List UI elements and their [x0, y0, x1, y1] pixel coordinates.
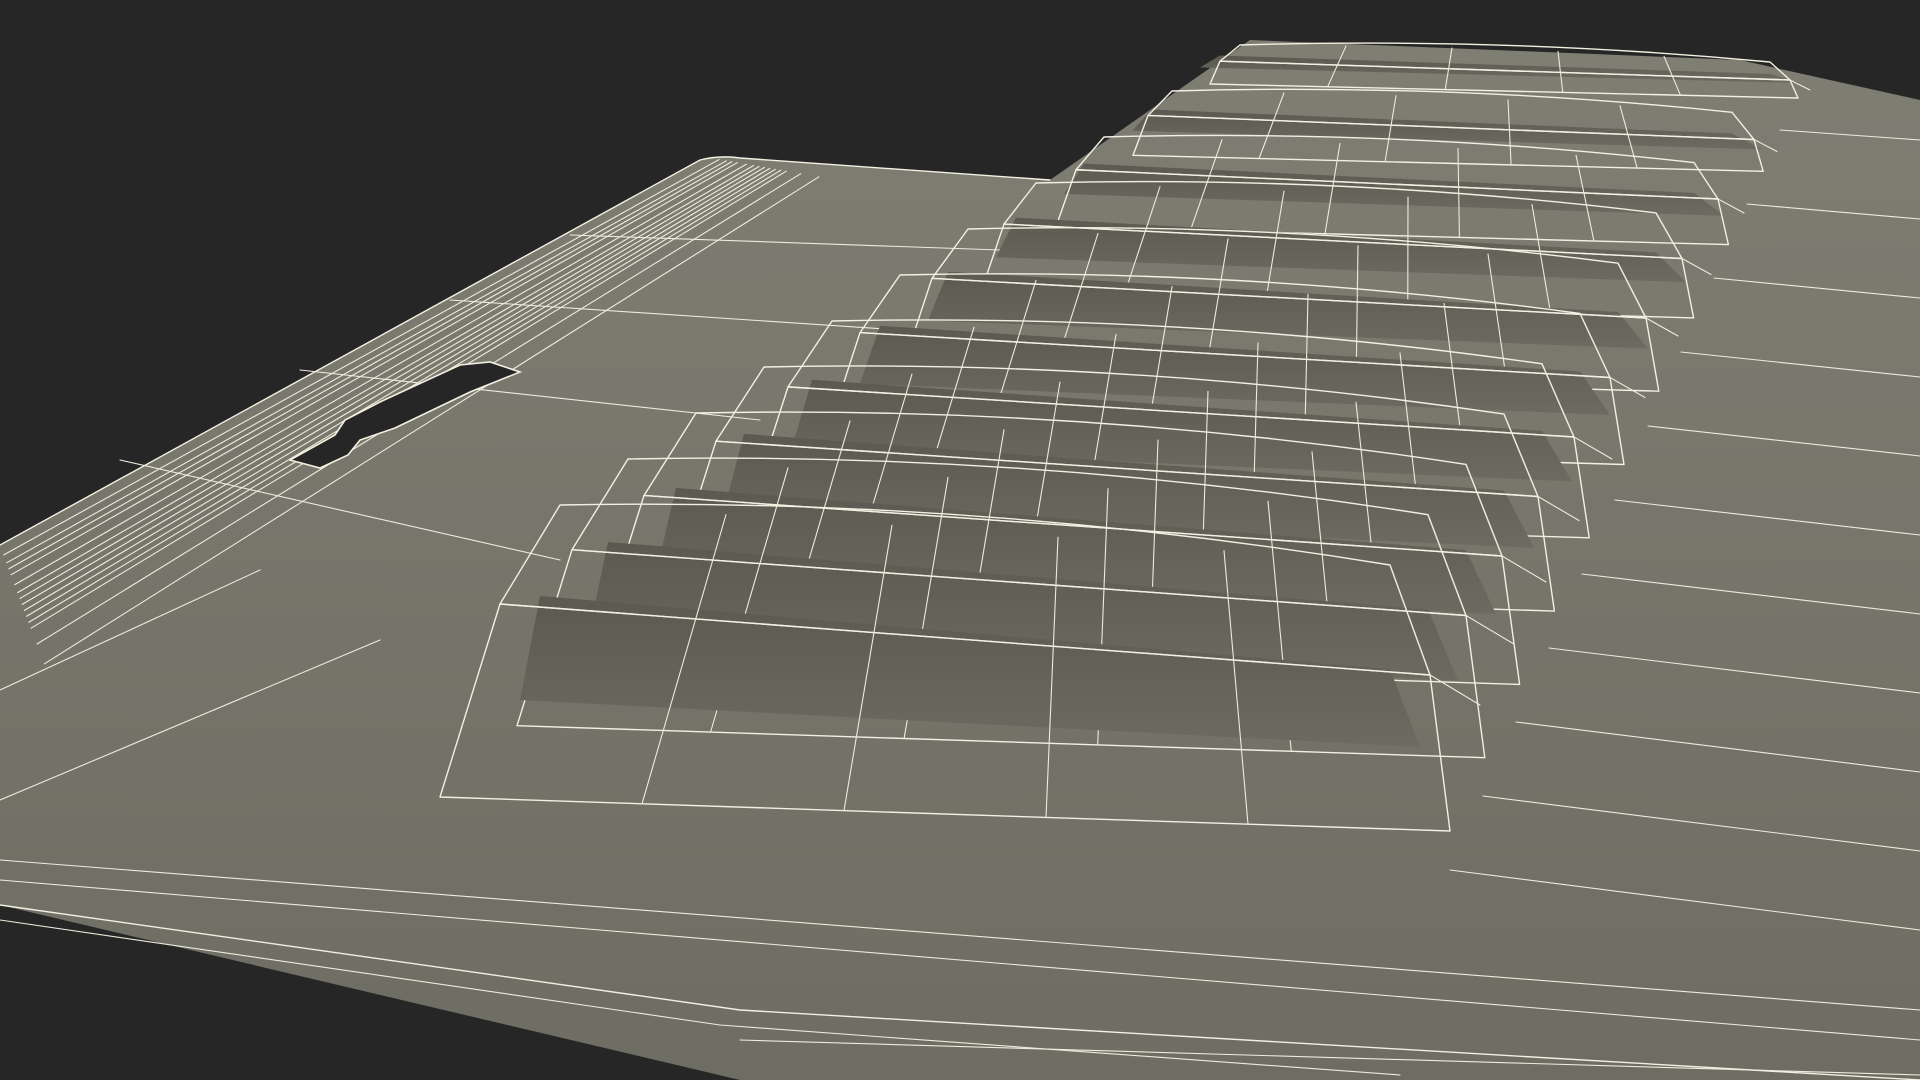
wireframe-render-viewport — [0, 40, 1920, 1080]
